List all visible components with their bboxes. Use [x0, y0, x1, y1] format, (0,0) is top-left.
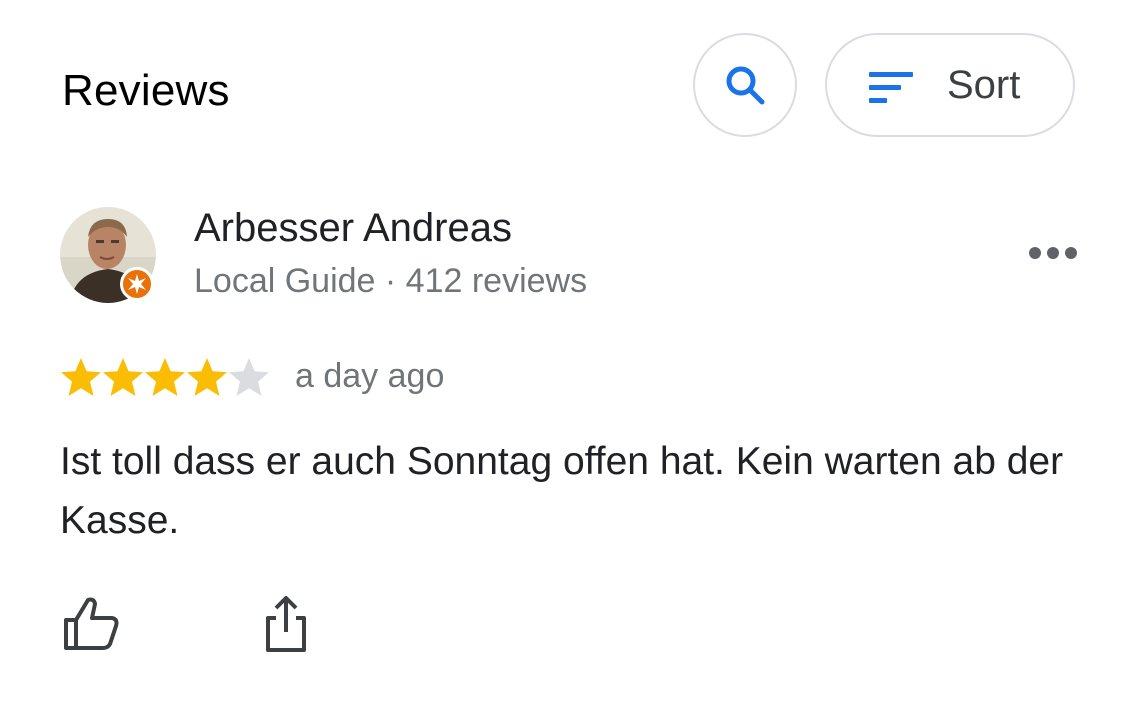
avatar[interactable]: [60, 207, 156, 303]
thumbs-up-icon: [64, 597, 119, 650]
sort-button[interactable]: Sort: [825, 33, 1075, 137]
share-icon: [266, 596, 306, 652]
like-button[interactable]: [60, 592, 124, 656]
page-title: Reviews: [62, 66, 230, 115]
star-filled-icon: [187, 358, 227, 396]
search-icon: [726, 66, 765, 105]
reviews-panel: Reviews Sort Arbesser Andreas Local Guid…: [0, 0, 1125, 703]
review-text: Ist toll dass er auch Sonntag offen hat.…: [60, 440, 1064, 542]
star-filled-icon: [145, 358, 185, 396]
star-rating: [60, 356, 270, 398]
more-horizontal-icon: [1029, 247, 1077, 259]
star-filled-icon: [103, 358, 143, 396]
local-guide-badge-icon: [120, 267, 154, 301]
star-filled-icon: [61, 358, 101, 396]
review-date: a day ago: [295, 357, 445, 395]
star-empty-icon: [229, 358, 269, 396]
author-meta: Local Guide · 412 reviews: [194, 262, 588, 300]
author-name[interactable]: Arbesser Andreas: [194, 206, 512, 251]
share-button[interactable]: [258, 592, 314, 656]
sort-lines-icon: [869, 72, 913, 103]
more-options-button[interactable]: [1025, 238, 1081, 268]
sort-label: Sort: [947, 63, 1021, 107]
search-button[interactable]: [693, 33, 797, 137]
